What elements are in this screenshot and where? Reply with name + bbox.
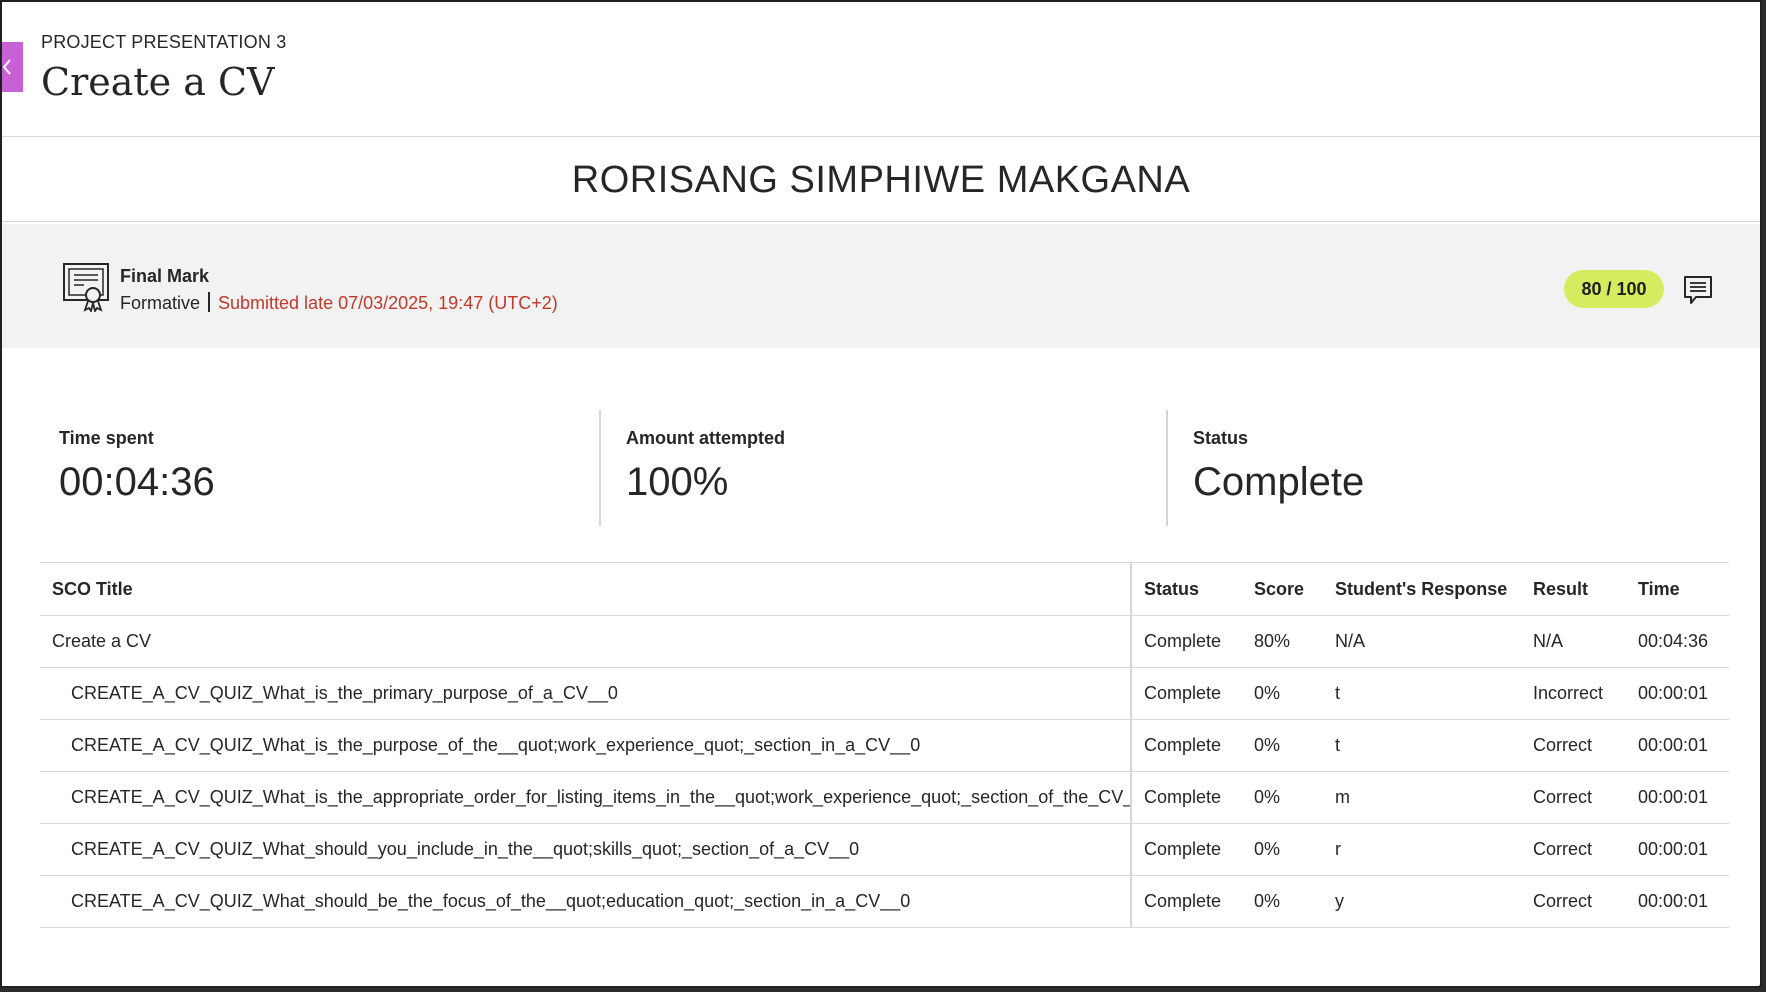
cell-score: 80% [1242, 615, 1323, 668]
score-badge: 80 / 100 [1564, 270, 1664, 308]
stat-label: Amount attempted [626, 428, 785, 448]
page-header: PROJECT PRESENTATION 3 Create a CV [2, 2, 1760, 137]
student-name: RORISANG SIMPHIWE MAKGANA [2, 138, 1760, 222]
cell-response: m [1323, 771, 1521, 824]
cell-time: 00:00:01 [1626, 875, 1729, 928]
cell-result: Correct [1521, 823, 1626, 876]
stat-value: 100% [626, 460, 729, 504]
cell-result: Correct [1521, 771, 1626, 824]
cell-response: y [1323, 875, 1521, 928]
cell-sco-title: Create a CV [40, 615, 1132, 668]
cell-score: 0% [1242, 667, 1323, 720]
table-row: CREATE_A_CV_QUIZ_What_is_the_appropriate… [40, 771, 1729, 824]
attempt-stats: Time spent 00:04:36 Amount attempted 100… [2, 410, 1760, 526]
table-header-row: SCO Title Status Score Student's Respons… [40, 562, 1729, 616]
page-title: Create a CV [41, 60, 275, 104]
cell-sco-title: CREATE_A_CV_QUIZ_What_should_be_the_focu… [40, 875, 1132, 928]
column-header-response: Student's Response [1323, 562, 1521, 616]
cell-status: Complete [1131, 875, 1242, 928]
final-mark-meta: Formative Submitted late 07/03/2025, 19:4… [120, 292, 558, 314]
cell-status: Complete [1131, 771, 1242, 824]
cell-sco-title: CREATE_A_CV_QUIZ_What_should_you_include… [40, 823, 1132, 876]
cell-score: 0% [1242, 771, 1323, 824]
final-mark-label: Final Mark [120, 266, 210, 286]
table-row: CREATE_A_CV_QUIZ_What_is_the_primary_pur… [40, 667, 1729, 720]
stat-divider [599, 410, 601, 526]
table-row: CREATE_A_CV_QUIZ_What_should_you_include… [40, 823, 1729, 876]
table-row: CREATE_A_CV_QUIZ_What_should_be_the_focu… [40, 875, 1729, 928]
cell-response: r [1323, 823, 1521, 876]
stat-label: Status [1193, 428, 1249, 448]
cell-time: 00:00:01 [1626, 719, 1729, 772]
cell-status: Complete [1131, 719, 1242, 772]
stat-label: Time spent [59, 428, 154, 448]
sco-table: SCO Title Status Score Student's Respons… [40, 562, 1729, 928]
grade-detail-panel: PROJECT PRESENTATION 3 Create a CV RORIS… [0, 0, 1762, 988]
cell-result: Correct [1521, 719, 1626, 772]
cell-score: 0% [1242, 719, 1323, 772]
cell-response: t [1323, 667, 1521, 720]
submission-status: Submitted late 07/03/2025, 19:47 (UTC+2) [218, 293, 558, 313]
column-header-result: Result [1521, 562, 1626, 616]
table-row: Create a CV Complete 80% N/A N/A 00:04:3… [40, 615, 1729, 668]
cell-time: 00:04:36 [1626, 615, 1729, 668]
cell-result: Correct [1521, 875, 1626, 928]
meta-divider [208, 292, 211, 312]
cell-sco-title: CREATE_A_CV_QUIZ_What_is_the_primary_pur… [40, 667, 1132, 720]
stat-value: 00:04:36 [59, 460, 215, 504]
cell-time: 00:00:01 [1626, 823, 1729, 876]
feedback-icon[interactable] [1682, 274, 1714, 306]
column-header-time: Time [1626, 562, 1729, 616]
assessment-type: Formative [120, 293, 201, 313]
column-header-status: Status [1131, 562, 1242, 616]
chevron-left-icon [2, 59, 11, 75]
stat-divider [1166, 410, 1168, 526]
back-button[interactable] [2, 42, 23, 92]
course-eyebrow: PROJECT PRESENTATION 3 [41, 32, 287, 52]
cell-time: 00:00:01 [1626, 771, 1729, 824]
column-header-score: Score [1242, 562, 1323, 616]
cell-result: N/A [1521, 615, 1626, 668]
stat-value: Complete [1193, 460, 1365, 504]
cell-score: 0% [1242, 875, 1323, 928]
certificate-icon [63, 263, 109, 312]
cell-status: Complete [1131, 667, 1242, 720]
cell-status: Complete [1131, 823, 1242, 876]
table-row: CREATE_A_CV_QUIZ_What_is_the_purpose_of_… [40, 719, 1729, 772]
column-header-sco-title: SCO Title [40, 562, 1132, 616]
cell-time: 00:00:01 [1626, 667, 1729, 720]
sco-table-container: SCO Title Status Score Student's Respons… [40, 562, 1729, 928]
cell-sco-title: CREATE_A_CV_QUIZ_What_is_the_appropriate… [40, 771, 1132, 824]
cell-score: 0% [1242, 823, 1323, 876]
cell-response: t [1323, 719, 1521, 772]
cell-sco-title: CREATE_A_CV_QUIZ_What_is_the_purpose_of_… [40, 719, 1132, 772]
cell-response: N/A [1323, 615, 1521, 668]
cell-result: Incorrect [1521, 667, 1626, 720]
final-mark-band: Final Mark Formative Submitted late 07/03… [2, 224, 1760, 348]
cell-status: Complete [1131, 615, 1242, 668]
